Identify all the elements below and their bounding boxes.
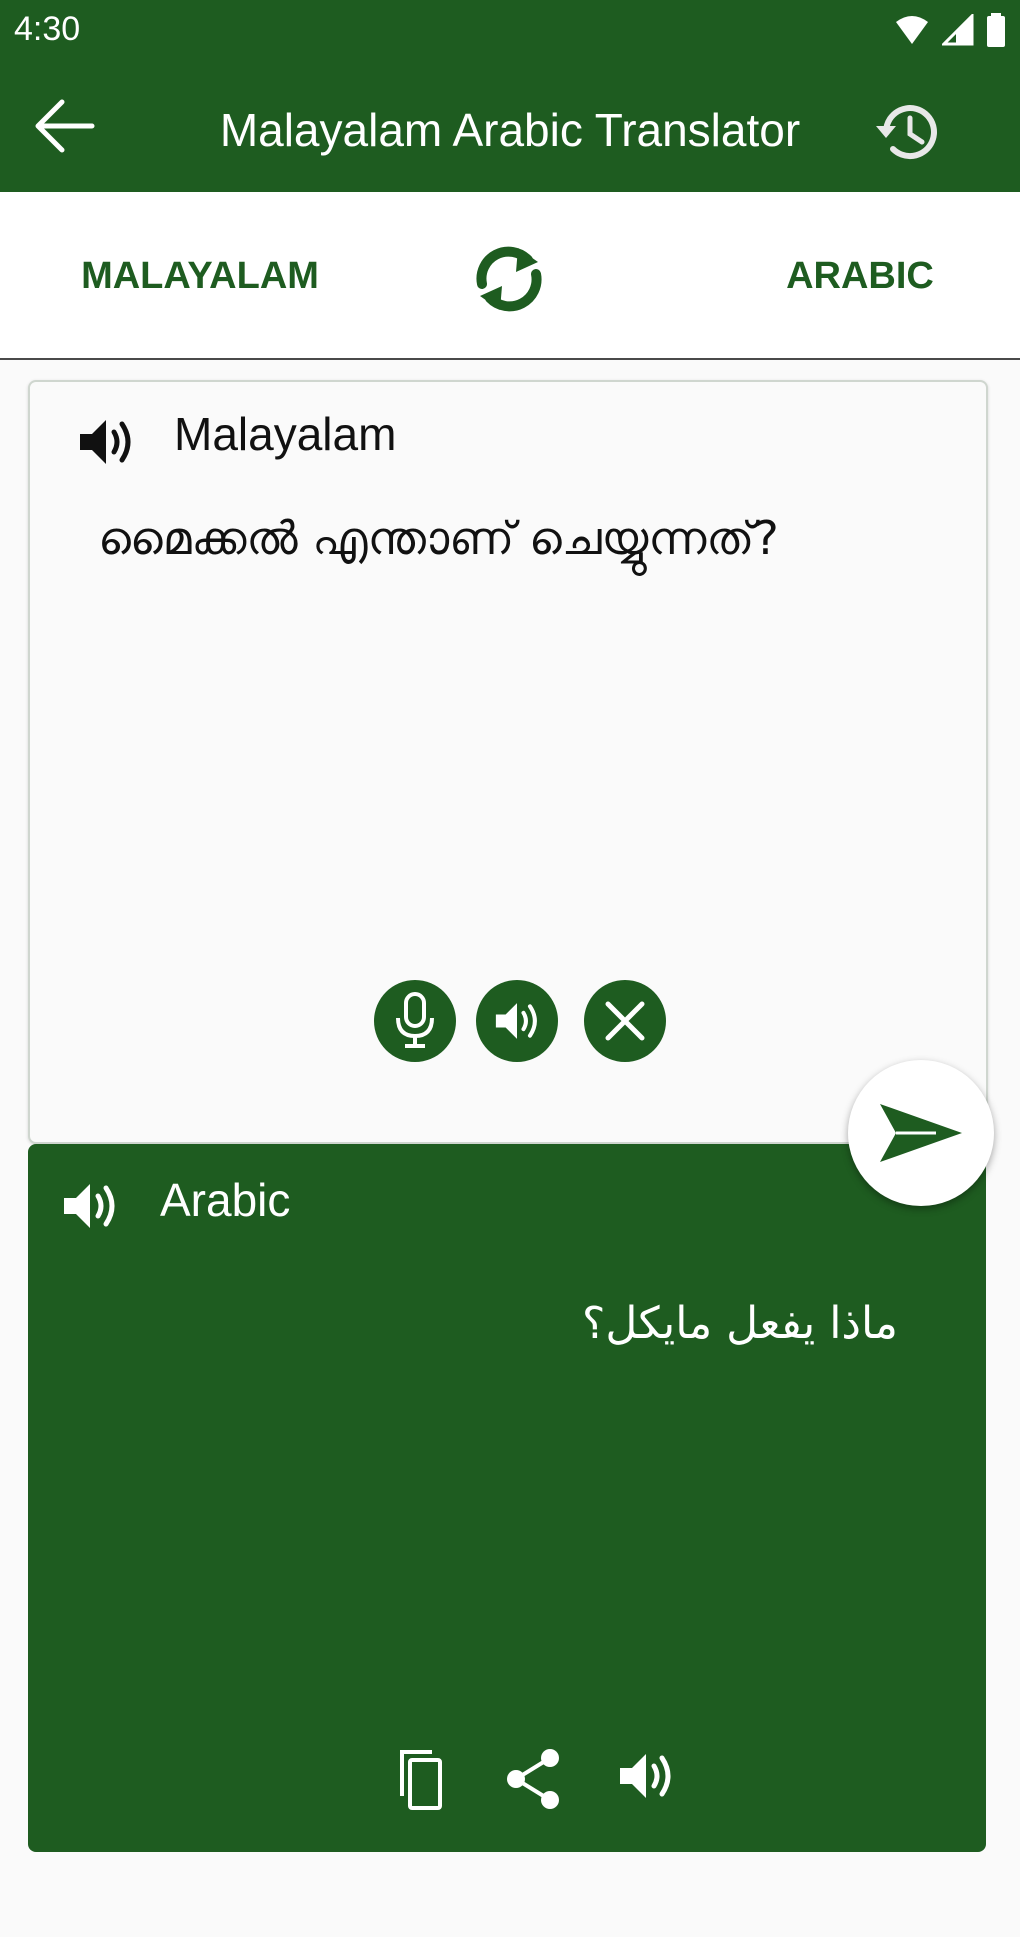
speak-input-button[interactable] bbox=[476, 980, 558, 1062]
send-icon bbox=[880, 1104, 962, 1162]
history-icon bbox=[876, 105, 937, 160]
status-icons bbox=[894, 10, 1006, 50]
speaker-icon bbox=[64, 1184, 115, 1228]
copy-icon bbox=[400, 1750, 442, 1810]
output-text: ماذا يفعل مايكل؟ bbox=[581, 1298, 898, 1349]
swap-icon bbox=[476, 246, 542, 312]
target-language-label: Arabic bbox=[160, 1174, 291, 1226]
copy-button[interactable] bbox=[388, 1744, 458, 1814]
translate-send-button[interactable] bbox=[848, 1060, 994, 1206]
app-bar: 4:30 Malayalam Arabic Translator bbox=[0, 0, 1020, 192]
language-bar: MALAYALAM ARABIC bbox=[0, 192, 1020, 360]
share-button[interactable] bbox=[500, 1744, 570, 1814]
swap-languages-button[interactable] bbox=[470, 240, 548, 318]
arrow-left-icon bbox=[35, 99, 95, 153]
output-card: Arabic ماذا يفعل مايكل؟ bbox=[28, 1144, 986, 1852]
back-button[interactable] bbox=[28, 90, 100, 162]
mic-icon bbox=[396, 992, 434, 1048]
clear-button[interactable] bbox=[584, 980, 666, 1062]
speaker-icon bbox=[620, 1754, 671, 1798]
clear-icon bbox=[605, 1001, 645, 1041]
input-text-field[interactable]: മൈക്കൽ എന്താണ് ചെയ്യുന്നത്? bbox=[98, 508, 938, 568]
target-speak-button[interactable] bbox=[58, 1174, 122, 1238]
speaker-icon bbox=[80, 420, 131, 464]
input-card: Malayalam മൈക്കൽ എന്താണ് ചെയ്യുന്നത്? bbox=[28, 380, 988, 1144]
share-icon bbox=[507, 1749, 559, 1809]
app-title: Malayalam Arabic Translator bbox=[219, 104, 801, 156]
status-time: 4:30 bbox=[14, 10, 81, 48]
target-language-button[interactable]: ARABIC bbox=[720, 246, 1000, 306]
source-speak-button[interactable] bbox=[74, 410, 138, 474]
mic-button[interactable] bbox=[374, 980, 456, 1062]
speaker-icon bbox=[495, 1003, 537, 1039]
history-button[interactable] bbox=[872, 96, 944, 168]
source-language-button[interactable]: MALAYALAM bbox=[60, 246, 340, 306]
battery-icon bbox=[987, 13, 1005, 47]
wifi-icon bbox=[896, 16, 928, 44]
cell-signal-icon bbox=[942, 14, 974, 46]
speak-output-button[interactable] bbox=[614, 1744, 684, 1814]
source-language-label: Malayalam bbox=[174, 408, 397, 460]
